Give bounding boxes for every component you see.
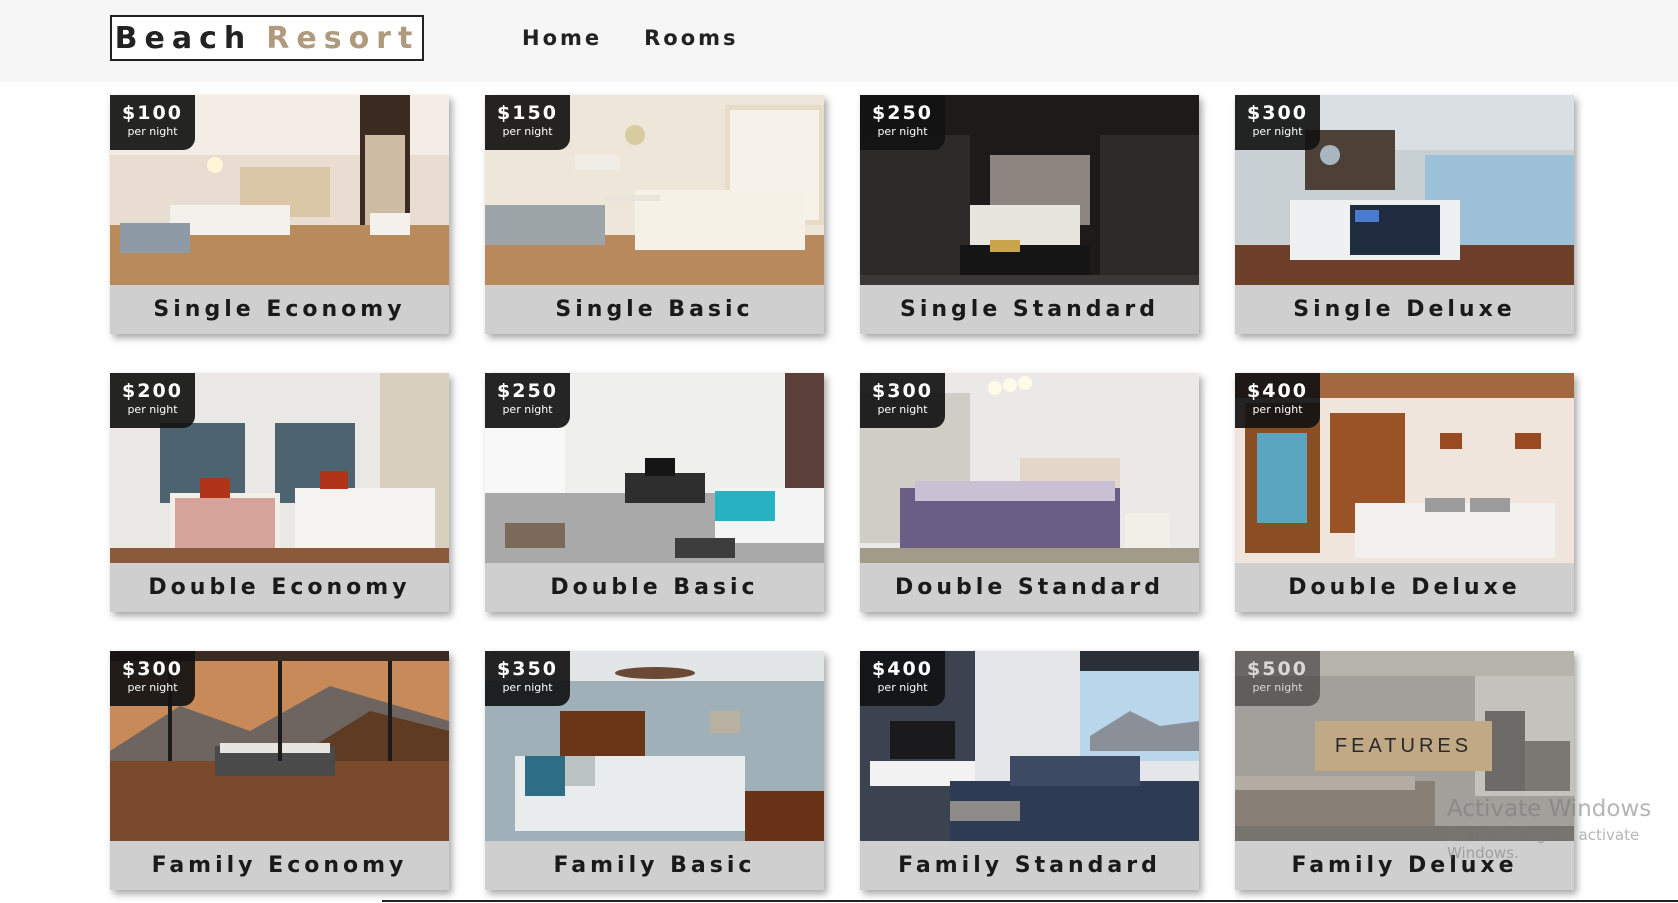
price-per-night: per night <box>127 125 178 138</box>
price-per-night: per night <box>502 403 553 416</box>
nav-rooms-link[interactable]: Rooms <box>644 26 738 50</box>
room-card[interactable]: $250 per night Single Standard <box>860 95 1199 334</box>
price-badge: $150 per night <box>485 95 570 150</box>
rooms-grid: $100 per night Single Economy $150 per n… <box>110 95 1574 890</box>
room-card[interactable]: $350 per night Family Basic <box>485 651 824 890</box>
room-card[interactable]: $400 per night Double Deluxe <box>1235 373 1574 612</box>
room-card[interactable]: $150 per night Single Basic <box>485 95 824 334</box>
navbar: Beach Resort Home Rooms <box>0 0 1678 82</box>
price-badge: $500 per night <box>1235 651 1320 706</box>
room-card[interactable]: $300 per night Family Economy <box>110 651 449 890</box>
price-per-night: per night <box>877 681 928 694</box>
room-card[interactable]: $400 per night Family Standard <box>860 651 1199 890</box>
room-name: Family Standard <box>860 841 1199 890</box>
price-amount: $300 <box>872 380 933 402</box>
price-per-night: per night <box>127 403 178 416</box>
features-button[interactable]: FEATURES <box>1315 721 1492 771</box>
price-amount: $200 <box>122 380 183 402</box>
nav-links: Home Rooms <box>522 26 739 50</box>
price-amount: $300 <box>122 658 183 680</box>
price-amount: $350 <box>497 658 558 680</box>
bottom-divider <box>382 900 1678 902</box>
room-name: Double Basic <box>485 563 824 612</box>
room-card[interactable]: $100 per night Single Economy <box>110 95 449 334</box>
price-amount: $250 <box>497 380 558 402</box>
room-card[interactable]: $200 per night Double Economy <box>110 373 449 612</box>
price-badge: $400 per night <box>1235 373 1320 428</box>
price-badge: $400 per night <box>860 651 945 706</box>
room-name: Double Economy <box>110 563 449 612</box>
price-badge: $250 per night <box>485 373 570 428</box>
price-amount: $250 <box>872 102 933 124</box>
room-name: Family Basic <box>485 841 824 890</box>
price-amount: $400 <box>872 658 933 680</box>
price-per-night: per night <box>1252 403 1303 416</box>
price-per-night: per night <box>877 403 928 416</box>
room-name: Single Standard <box>860 285 1199 334</box>
logo[interactable]: Beach Resort <box>110 15 424 61</box>
room-name: Family Economy <box>110 841 449 890</box>
room-name: Single Basic <box>485 285 824 334</box>
room-card[interactable]: $250 per night Double Basic <box>485 373 824 612</box>
room-name: Single Economy <box>110 285 449 334</box>
price-amount: $300 <box>1247 102 1308 124</box>
room-name: Double Deluxe <box>1235 563 1574 612</box>
price-per-night: per night <box>502 125 553 138</box>
price-per-night: per night <box>1252 681 1303 694</box>
room-card[interactable]: $500 per night FEATURES Family Deluxe <box>1235 651 1574 890</box>
price-badge: $100 per night <box>110 95 195 150</box>
price-badge: $350 per night <box>485 651 570 706</box>
logo-word-resort: Resort <box>266 20 420 56</box>
price-per-night: per night <box>877 125 928 138</box>
logo-word-beach: Beach <box>114 20 253 56</box>
price-amount: $400 <box>1247 380 1308 402</box>
nav-home-link[interactable]: Home <box>522 26 602 50</box>
price-per-night: per night <box>127 681 178 694</box>
price-amount: $150 <box>497 102 558 124</box>
price-amount: $500 <box>1247 658 1308 680</box>
price-badge: $300 per night <box>860 373 945 428</box>
room-name: Single Deluxe <box>1235 285 1574 334</box>
room-name: Family Deluxe <box>1235 841 1574 890</box>
price-badge: $300 per night <box>110 651 195 706</box>
price-badge: $200 per night <box>110 373 195 428</box>
room-card[interactable]: $300 per night Single Deluxe <box>1235 95 1574 334</box>
price-per-night: per night <box>1252 125 1303 138</box>
price-amount: $100 <box>122 102 183 124</box>
room-name: Double Standard <box>860 563 1199 612</box>
price-per-night: per night <box>502 681 553 694</box>
price-badge: $300 per night <box>1235 95 1320 150</box>
room-card[interactable]: $300 per night Double Standard <box>860 373 1199 612</box>
price-badge: $250 per night <box>860 95 945 150</box>
